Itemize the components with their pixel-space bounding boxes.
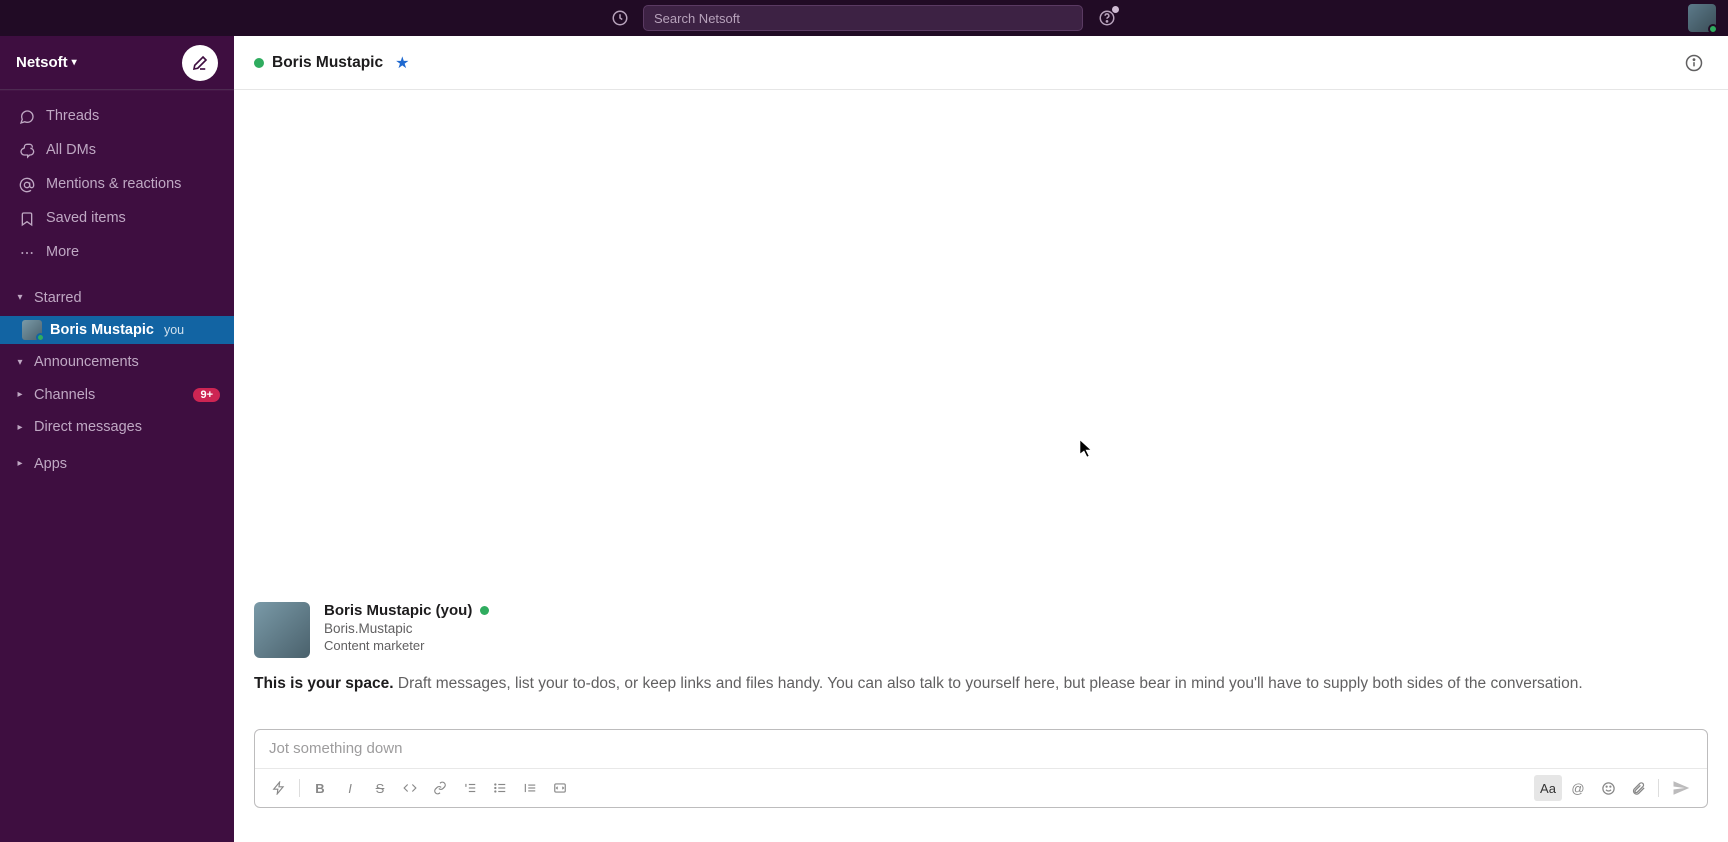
profile-role: Content marketer (324, 638, 489, 653)
section-label: Direct messages (34, 415, 142, 440)
section-label: Starred (34, 286, 82, 311)
space-description: This is your space. Draft messages, list… (254, 672, 1708, 695)
ordered-list-icon[interactable] (456, 775, 484, 801)
profile-name-row: Boris Mustapic (you) (324, 602, 489, 619)
bullet-list-icon[interactable] (486, 775, 514, 801)
caret-right-icon: ▸ (14, 419, 26, 436)
presence-indicator (480, 606, 489, 615)
chat-header: Boris Mustapic ★ (234, 36, 1728, 90)
caret-right-icon: ▸ (14, 455, 26, 472)
caret-down-icon: ▾ (14, 354, 26, 371)
nav-more[interactable]: More (0, 236, 234, 270)
chat-title[interactable]: Boris Mustapic (272, 54, 383, 72)
history-icon[interactable] (611, 9, 629, 27)
bold-icon[interactable]: B (306, 775, 334, 801)
more-icon (18, 245, 36, 261)
lightning-icon[interactable] (265, 775, 293, 801)
nav-label: Threads (46, 105, 99, 129)
info-icon[interactable] (1680, 49, 1708, 77)
presence-indicator (254, 58, 264, 68)
italic-icon[interactable]: I (336, 775, 364, 801)
space-bold: This is your space. (254, 675, 394, 692)
chat-body: Boris Mustapic (you) Boris.Mustapic Cont… (234, 90, 1728, 729)
sidebar-dm-self[interactable]: Boris Mustapic you (0, 316, 234, 344)
emoji-icon[interactable] (1594, 775, 1622, 801)
link-icon[interactable] (426, 775, 454, 801)
nav-label: Mentions & reactions (46, 173, 181, 197)
composer-placeholder: Jot something down (269, 740, 402, 757)
section-label: Apps (34, 452, 67, 477)
workspace-switcher[interactable]: Netsoft ▾ (16, 54, 77, 71)
nav-threads[interactable]: Threads (0, 100, 234, 134)
user-avatar[interactable] (1688, 4, 1716, 32)
dm-avatar (22, 320, 42, 340)
section-channels[interactable]: ▸ Channels 9+ (0, 381, 234, 409)
blockquote-icon[interactable] (516, 775, 544, 801)
workspace-header: Netsoft ▾ (0, 36, 234, 90)
help-notification-dot (1112, 6, 1119, 13)
section-starred[interactable]: ▾ Starred (0, 280, 234, 317)
mentions-icon (18, 177, 36, 193)
search-placeholder: Search Netsoft (654, 11, 740, 26)
section-apps[interactable]: ▸ Apps (0, 446, 234, 483)
nav-label: Saved items (46, 207, 126, 231)
search-input[interactable]: Search Netsoft (643, 5, 1083, 31)
main-content: Boris Mustapic ★ Boris Mustapic (you) Bo… (234, 36, 1728, 842)
bookmark-icon (18, 211, 36, 227)
space-rest: Draft messages, list your to-dos, or kee… (394, 675, 1583, 692)
caret-right-icon: ▸ (14, 389, 26, 400)
nav-label: All DMs (46, 139, 96, 163)
nav-saved[interactable]: Saved items (0, 202, 234, 236)
code-icon[interactable] (396, 775, 424, 801)
presence-indicator (36, 333, 45, 342)
sidebar: Netsoft ▾ Threads All DMs Mentions & rea… (0, 36, 234, 842)
you-tag: you (164, 323, 184, 337)
section-label: Announcements (34, 350, 139, 375)
section-announcements[interactable]: ▾ Announcements (0, 344, 234, 381)
section-label: Channels (34, 387, 95, 403)
caret-down-icon: ▾ (14, 289, 26, 306)
code-block-icon[interactable] (546, 775, 574, 801)
mention-icon[interactable]: @ (1564, 775, 1592, 801)
composer-toolbar: B I S Aa @ (255, 768, 1707, 807)
profile-avatar[interactable] (254, 602, 310, 658)
section-direct-messages[interactable]: ▸ Direct messages (0, 409, 234, 446)
send-button[interactable] (1665, 775, 1697, 801)
top-bar: Search Netsoft (0, 0, 1728, 36)
nav-all-dms[interactable]: All DMs (0, 134, 234, 168)
profile-display-name: Boris.Mustapic (324, 619, 489, 639)
help-icon[interactable] (1097, 8, 1117, 28)
message-composer: Jot something down B I S Aa @ (254, 729, 1708, 808)
presence-indicator (1708, 24, 1718, 34)
profile-full-name: Boris Mustapic (you) (324, 602, 472, 619)
dms-icon (18, 143, 36, 159)
composer-input[interactable]: Jot something down (255, 730, 1707, 768)
star-icon[interactable]: ★ (395, 53, 409, 73)
dm-name: Boris Mustapic (50, 322, 154, 338)
strikethrough-icon[interactable]: S (366, 775, 394, 801)
attach-icon[interactable] (1624, 775, 1652, 801)
chevron-down-icon: ▾ (72, 57, 77, 68)
format-toggle[interactable]: Aa (1534, 775, 1562, 801)
unread-badge: 9+ (193, 388, 220, 402)
threads-icon (18, 109, 36, 125)
nav-mentions[interactable]: Mentions & reactions (0, 168, 234, 202)
self-profile-block: Boris Mustapic (you) Boris.Mustapic Cont… (254, 602, 1708, 658)
workspace-name: Netsoft (16, 54, 68, 71)
compose-button[interactable] (182, 45, 218, 81)
nav-label: More (46, 241, 79, 265)
